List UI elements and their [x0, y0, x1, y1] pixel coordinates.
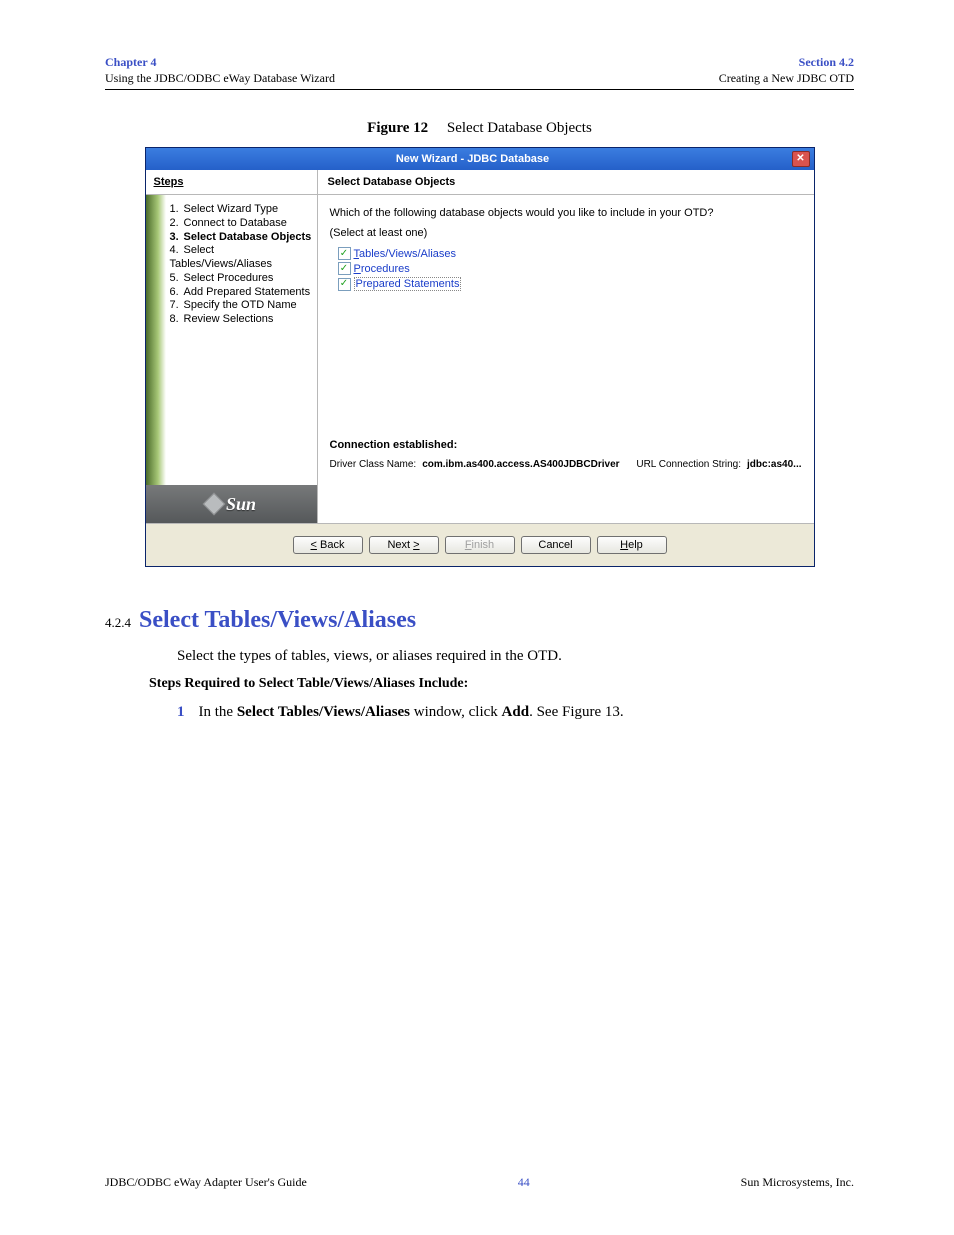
steps-panel: Steps 1.Select Wizard Type 2.Connect to … [146, 170, 318, 523]
driver-label: Driver Class Name: [330, 459, 417, 470]
checkbox-tables[interactable]: ✓ Tables/Views/Aliases [338, 247, 802, 260]
close-icon[interactable]: ✕ [792, 151, 810, 167]
step-item: 5.Select Procedures [170, 272, 313, 286]
step-item-current: 3.Select Database Objects [170, 231, 313, 245]
sun-logo: Sun [146, 485, 317, 523]
checkbox-icon[interactable]: ✓ [338, 262, 351, 275]
page-header: Chapter 4 Using the JDBC/ODBC eWay Datab… [105, 55, 854, 86]
section-heading: 4.2.4 Select Tables/Views/Aliases [105, 607, 854, 634]
url-value: jdbc:as40... [747, 459, 801, 470]
section-intro: Select the types of tables, views, or al… [177, 646, 854, 666]
main-panel: Select Database Objects Which of the fol… [318, 170, 814, 523]
finish-button: Finish [445, 536, 515, 554]
step-item: 1.Select Wizard Type [170, 203, 313, 217]
connection-info: Connection established: Driver Class Nam… [318, 431, 814, 480]
chapter-title: Using the JDBC/ODBC eWay Database Wizard [105, 71, 335, 87]
cancel-button[interactable]: Cancel [521, 536, 591, 554]
section-number: 4.2.4 [105, 615, 131, 631]
url-label: URL Connection String: [636, 459, 741, 470]
wizard-question: Which of the following database objects … [330, 207, 802, 219]
figure-label: Figure 12 [367, 120, 428, 136]
chapter-label: Chapter 4 [105, 55, 335, 71]
step-item: 6.Add Prepared Statements [170, 286, 313, 300]
help-button[interactable]: Help [597, 536, 667, 554]
section-title: Creating a New JDBC OTD [719, 71, 854, 87]
next-button[interactable]: Next > [369, 536, 439, 554]
footer-left: JDBC/ODBC eWay Adapter User's Guide [105, 1175, 307, 1190]
step-item: 2.Connect to Database [170, 217, 313, 231]
checkbox-procedures[interactable]: ✓ Procedures [338, 262, 802, 275]
titlebar: New Wizard - JDBC Database ✕ [146, 148, 814, 170]
figure-caption: Figure 12 Select Database Objects [105, 120, 854, 137]
step-item: 8.Review Selections [170, 313, 313, 327]
wizard-instruction: (Select at least one) [330, 227, 802, 239]
steps-header: Steps [146, 170, 317, 195]
checkbox-icon[interactable]: ✓ [338, 247, 351, 260]
main-header: Select Database Objects [318, 170, 814, 195]
connection-header: Connection established: [330, 439, 802, 451]
dialog-title: New Wizard - JDBC Database [154, 153, 792, 165]
sun-glyph-icon [203, 493, 226, 516]
checkbox-prepared-statements[interactable]: ✓ Prepared Statements [338, 277, 802, 291]
page-number: 44 [518, 1175, 530, 1190]
section-title-424: Select Tables/Views/Aliases [139, 607, 416, 634]
page-footer: JDBC/ODBC eWay Adapter User's Guide 44 S… [105, 1175, 854, 1190]
steps-intro: Steps Required to Select Table/Views/Ali… [149, 676, 854, 692]
section-label: Section 4.2 [719, 55, 854, 71]
header-rule [105, 89, 854, 90]
driver-value: com.ibm.as400.access.AS400JDBCDriver [422, 459, 619, 470]
step-item: 4.Select Tables/Views/Aliases [170, 244, 313, 272]
footer-right: Sun Microsystems, Inc. [741, 1175, 854, 1190]
numbered-step-1: 1 In the Select Tables/Views/Aliases win… [177, 702, 854, 722]
wizard-dialog: New Wizard - JDBC Database ✕ Steps 1.Sel… [145, 147, 815, 567]
steps-list: 1.Select Wizard Type 2.Connect to Databa… [146, 203, 313, 327]
step-number: 1 [177, 702, 185, 722]
button-row: < < BackBack Next > Finish Cancel Help [146, 523, 814, 566]
checkbox-icon[interactable]: ✓ [338, 278, 351, 291]
back-button[interactable]: < < BackBack [293, 536, 363, 554]
figure-title: Select Database Objects [447, 120, 592, 136]
step-item: 7.Specify the OTD Name [170, 299, 313, 313]
